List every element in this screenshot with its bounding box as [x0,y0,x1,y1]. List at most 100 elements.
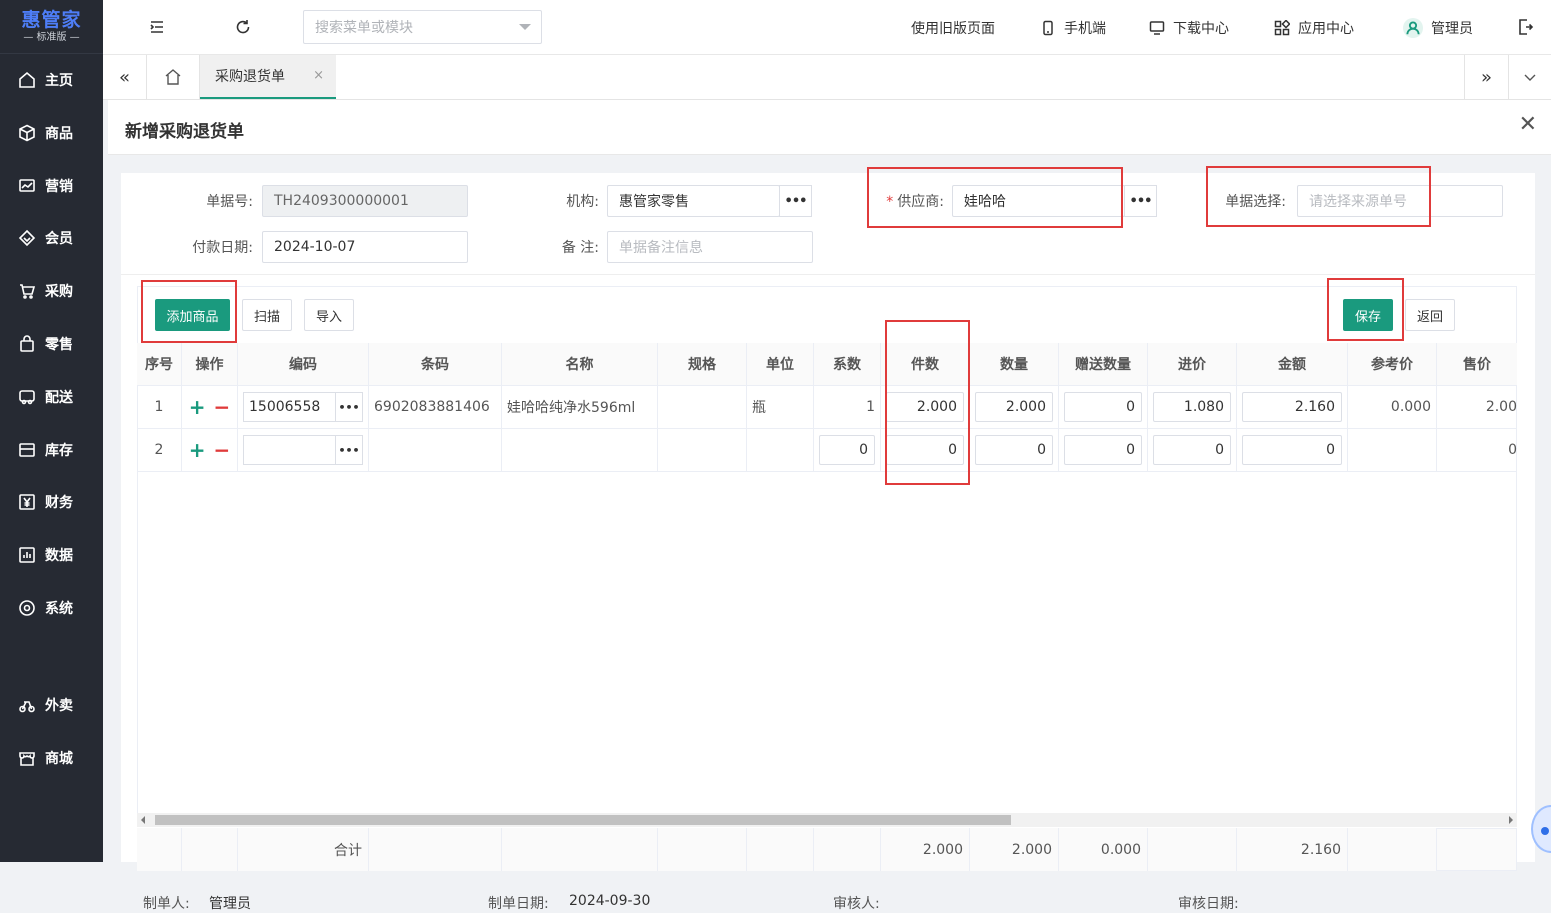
scroll-right-arrow-icon[interactable] [1509,816,1513,824]
remark-field[interactable]: 单据备注信息 [607,231,813,263]
add-row-icon[interactable]: + [189,440,206,460]
sidebar-item-label: 财务 [45,495,73,511]
supplier-field[interactable]: 娃哈哈 [952,185,1125,217]
col-header: 赠送数量 [1059,343,1148,386]
price-input[interactable]: 1.080 [1153,392,1231,422]
chevron-down-icon[interactable] [519,24,531,30]
return-form: 单据号: TH2409300000001 机构: 惠管家零售 ••• * 供应商:… [121,166,1535,912]
qty-input[interactable]: 0 [975,435,1053,465]
unit-cell [747,429,814,472]
gift-input[interactable]: 0 [1064,392,1142,422]
code-input[interactable] [244,436,335,464]
supplier-picker-button[interactable]: ••• [1124,185,1157,217]
refresh-icon[interactable] [234,18,252,36]
price-input[interactable]: 0 [1153,435,1231,465]
create-date-value: 2024-09-30 [569,893,651,909]
menu-collapse-icon[interactable] [148,18,166,36]
app-center-link[interactable]: 应用中心 [1274,18,1354,38]
org-picker-button[interactable]: ••• [779,185,812,217]
code-picker-button[interactable]: ••• [335,393,362,421]
warehouse-icon [19,443,35,457]
add-row-icon[interactable]: + [189,397,206,417]
assistant-bot-icon[interactable] [1531,805,1551,853]
auditor-label: 审核人: [833,896,880,912]
save-button[interactable]: 保存 [1343,299,1393,331]
sidebar-item-system[interactable]: 系统 [0,593,103,623]
footer-pieces: 2.000 [881,828,970,871]
search-select[interactable]: 搜索菜单或模块 [303,10,542,44]
sidebar-item-finance[interactable]: 财务 [0,487,103,517]
amount-cell: 0 [1237,429,1348,472]
sidebar-item-takeaway[interactable]: 外卖 [0,690,103,720]
close-icon[interactable]: ✕ [1519,114,1537,136]
scroll-left-arrow-icon[interactable] [141,816,145,824]
sidebar-item-marketing[interactable]: 营销 [0,171,103,201]
code-picker-button[interactable]: ••• [335,436,362,464]
logout-icon[interactable] [1516,18,1534,36]
sidebar-item-label: 采购 [45,284,73,300]
spec-cell [658,429,747,472]
row-no: 1 [137,386,182,429]
price-cell: 0 [1148,429,1237,472]
user-menu[interactable]: 管理员 [1403,18,1473,38]
page-header: 新增采购退货单 ✕ [108,100,1551,155]
gift-input[interactable]: 0 [1064,435,1142,465]
sidebar-item-label: 商品 [45,126,73,142]
sidebar-item-inventory[interactable]: 库存 [0,435,103,465]
remove-row-icon[interactable]: − [214,397,231,417]
download-center-link[interactable]: 下载中心 [1149,18,1229,38]
home-tab-icon[interactable] [147,55,200,99]
col-header: 金额 [1237,343,1348,386]
download-label: 下载中心 [1173,21,1229,37]
sidebar-item-label: 系统 [45,601,73,617]
col-header: 售价 [1437,343,1517,386]
barcode-cell: 6902083881406 [369,386,502,429]
tab-purchase-return[interactable]: 采购退货单 × [200,55,336,99]
sidebar-item-home[interactable]: 主页 [0,65,103,95]
pay-date-field[interactable]: 2024-10-07 [262,231,468,263]
sidebar-item-retail[interactable]: 零售 [0,329,103,359]
amount-input[interactable]: 0 [1242,435,1342,465]
row-no: 2 [137,429,182,472]
tabs-scroll-right-icon[interactable]: » [1464,55,1508,99]
sidebar-item-goods[interactable]: 商品 [0,118,103,148]
scrollbar-thumb[interactable] [155,815,1011,825]
tabs-scroll-left-icon[interactable]: « [103,55,147,99]
org-field[interactable]: 惠管家零售 [607,185,780,217]
sidebar-item-label: 库存 [45,443,73,459]
mobile-label: 手机端 [1064,21,1106,37]
sidebar-item-label: 商城 [45,751,73,767]
sidebar-item-label: 主页 [45,73,73,89]
tabs-dropdown-icon[interactable] [1508,55,1551,99]
sidebar-item-delivery[interactable]: 配送 [0,382,103,412]
scan-button[interactable]: 扫描 [242,299,292,331]
tab-close-icon[interactable]: × [313,68,324,83]
import-button[interactable]: 导入 [304,299,354,331]
mobile-link[interactable]: 手机端 [1040,18,1106,38]
supplier-label: * 供应商: [878,191,944,211]
sidebar-item-member[interactable]: 会员 [0,223,103,253]
add-goods-button[interactable]: 添加商品 [155,299,230,331]
pieces-input[interactable]: 2.000 [886,392,964,422]
tab-label: 采购退货单 [215,69,285,85]
table-horizontal-scrollbar[interactable] [137,813,1517,827]
logo[interactable]: 惠管家 — 标准版 — [0,0,103,54]
remove-row-icon[interactable]: − [214,440,231,460]
back-button[interactable]: 返回 [1405,299,1455,331]
ref-price-cell [1348,429,1437,472]
unit-cell: 瓶 [747,386,814,429]
code-input[interactable]: 15006558 [244,393,335,421]
apps-icon [1274,20,1290,36]
amount-input[interactable]: 2.160 [1242,392,1342,422]
name-cell: 娃哈哈纯净水596ml [502,386,658,429]
sidebar-item-data[interactable]: 数据 [0,540,103,570]
footer-cell [502,828,658,871]
old-page-link[interactable]: 使用旧版页面 [911,18,995,38]
col-header: 名称 [502,343,658,386]
sidebar-item-purchase[interactable]: 采购 [0,276,103,306]
qty-input[interactable]: 2.000 [975,392,1053,422]
sidebar-item-mall[interactable]: 商城 [0,743,103,773]
pieces-input[interactable]: 0 [886,435,964,465]
source-doc-field[interactable]: 请选择来源单号 [1297,185,1503,217]
coef-input[interactable]: 0 [819,435,875,465]
